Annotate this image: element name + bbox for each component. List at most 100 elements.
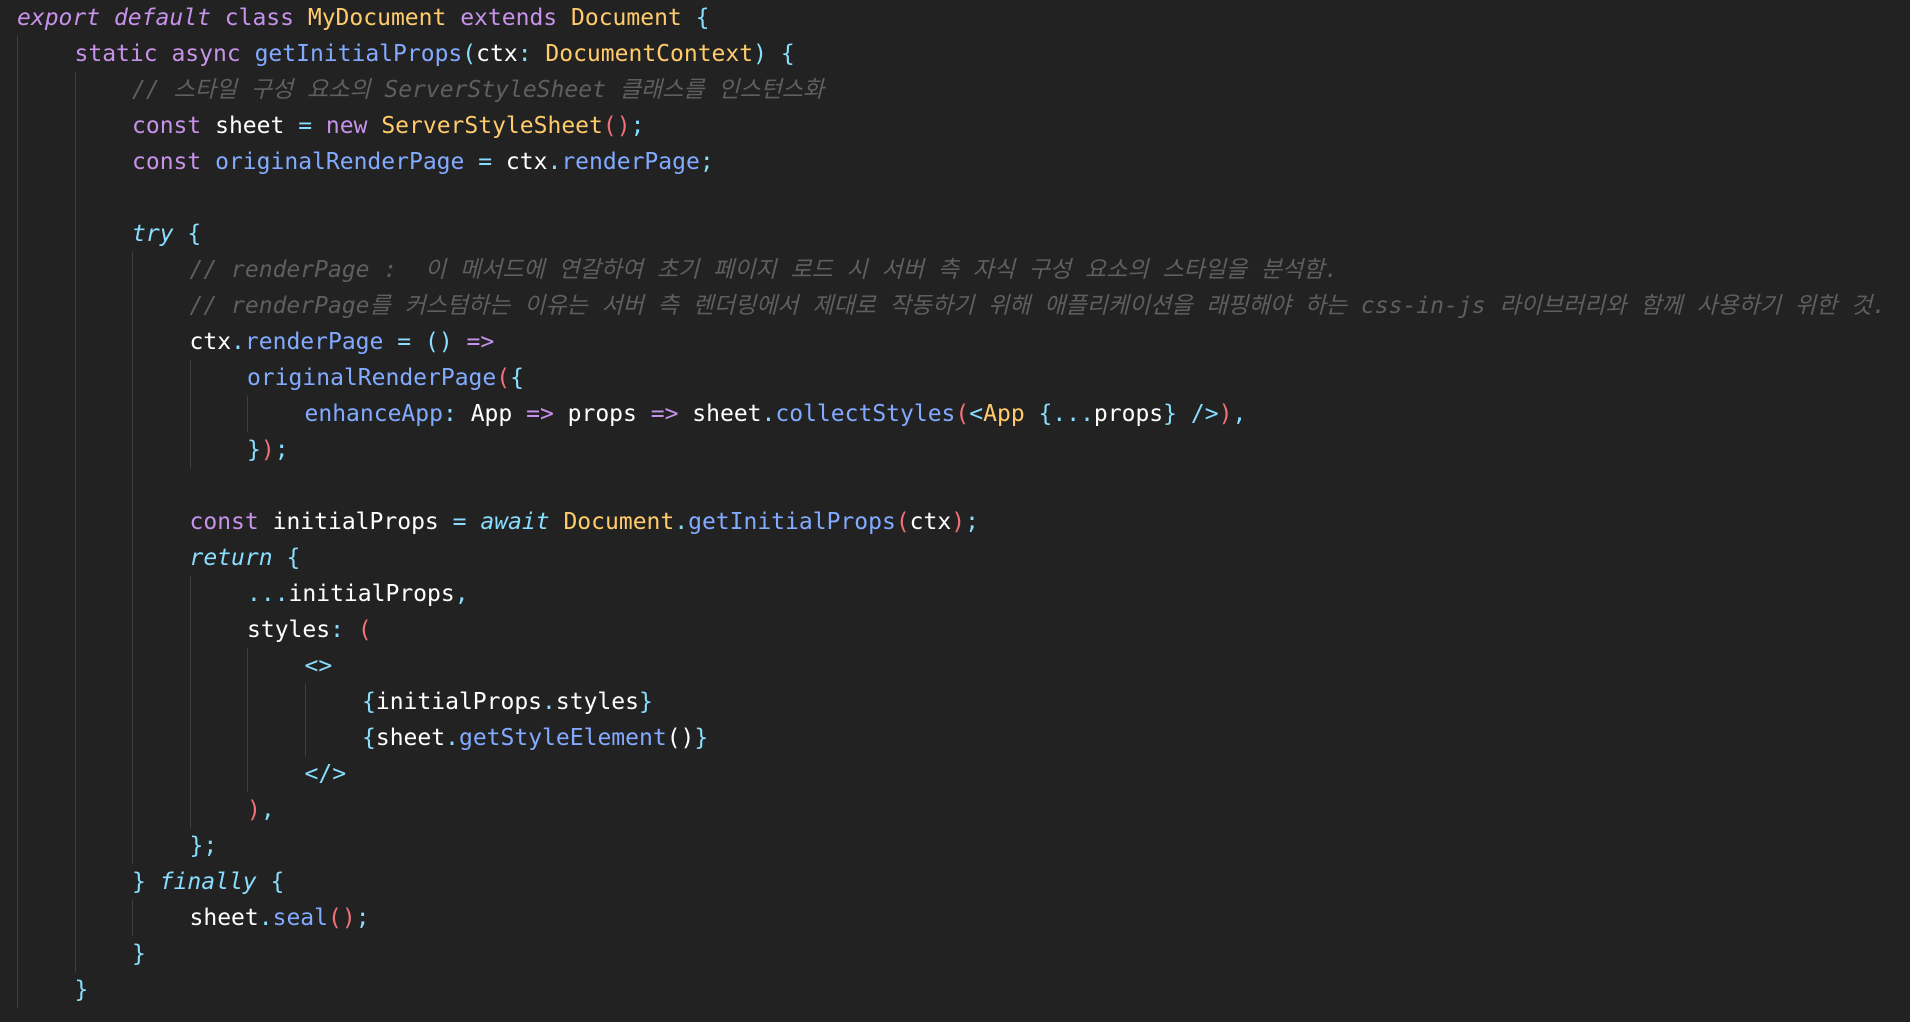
code-line[interactable]: styles: ( [247,612,372,648]
code-token: } [638,689,653,715]
code-line[interactable]: ), [247,792,275,828]
code-token: styles [247,617,331,643]
code-token: } [694,725,709,751]
code-line[interactable]: } finally { [132,864,284,900]
code-token: Document [571,5,682,31]
code-line[interactable]: <> [305,648,333,684]
indent-guide [304,684,306,756]
code-line[interactable]: ...initialProps, [247,576,469,612]
code-token: class [224,5,294,31]
code-line[interactable]: enhanceApp: App => props => sheet.collec… [305,396,1247,432]
code-token: const [189,509,259,535]
indent-guide [247,396,248,432]
code-token: } [189,833,204,859]
code-line[interactable]: ctx.renderPage = () => [190,324,495,360]
code-token: () [602,113,631,139]
code-token: ; [274,437,289,463]
code-line[interactable]: {initialProps.styles} [362,684,653,720]
code-token: </> [304,761,347,787]
code-token: finally [159,869,257,895]
code-token: getStyleElement [458,725,667,751]
code-line[interactable]: } [132,936,146,972]
code-line[interactable]: </> [305,756,347,792]
code-token: ( [895,509,910,535]
code-line[interactable]: static async getInitialProps(ctx: Docume… [75,36,795,72]
code-token: const [132,149,202,175]
code-editor[interactable]: export default class MyDocument extends … [0,0,1910,1022]
code-token: originalRenderPage [247,365,497,391]
code-token: ( [462,41,477,67]
code-token: { [780,41,795,67]
code-line[interactable]: return { [190,540,301,576]
code-token: ) [260,437,275,463]
code-token: App [456,401,527,427]
code-token: : [517,41,546,67]
code-token: = [452,509,467,535]
code-token: ( [357,617,372,643]
code-token: . [231,329,245,355]
code-line[interactable]: sheet.seal(); [190,900,370,936]
code-token: ; [630,113,645,139]
code-line[interactable]: try { [132,216,201,252]
code-token: ( [496,365,511,391]
code-line[interactable]: // renderPage : 이 메서드에 연갈하여 초기 페이지 로드 시 … [190,252,1339,288]
code-token: new [325,113,368,139]
code-token: enhanceApp [304,401,443,427]
code-token: sheet [678,401,762,427]
code-token: () [666,725,695,751]
code-token: renderPage [244,329,384,355]
code-token: return [189,545,273,571]
code-token: } [247,437,261,463]
code-line[interactable]: const sheet = new ServerStyleSheet(); [132,108,644,144]
code-token: ctx [909,509,952,535]
code-line[interactable]: }); [247,432,289,468]
code-token: ) [247,797,261,823]
code-token: seal [272,905,328,931]
code-token: extends [460,5,558,31]
code-token: . [258,905,273,931]
code-token: { [270,869,285,895]
code-line[interactable]: const initialProps = await Document.getI… [190,504,979,540]
code-token: initialProps [375,689,543,715]
code-token: {... [1038,401,1094,427]
code-token: { [362,689,376,715]
code-token: } [74,977,89,1003]
code-token: ( [955,401,970,427]
code-token: <> [304,653,333,679]
code-line[interactable]: // 스타일 구성 요소의 ServerStyleSheet 클래스를 인스턴스… [132,72,824,108]
code-token: props [1093,401,1164,427]
code-comment: // 스타일 구성 요소의 ServerStyleSheet 클래스를 인스턴스… [132,77,825,103]
code-token: App [983,401,1025,427]
code-line[interactable]: // renderPage를 커스텀하는 이유는 서버 측 렌더링에서 제대로 … [190,288,1887,324]
code-token: try [132,221,174,247]
code-line[interactable]: export default class MyDocument extends … [17,0,710,36]
code-token: initialProps [258,509,453,535]
indent-guide [247,648,248,792]
code-token: , [1232,401,1247,427]
code-token: = [298,113,313,139]
code-line[interactable]: {sheet.getStyleElement()} [362,720,708,756]
code-token: } [132,941,146,967]
code-token: } [1163,401,1178,427]
code-line[interactable]: const originalRenderPage = ctx.renderPag… [132,144,714,180]
code-token: originalRenderPage [215,149,465,175]
code-token: ) [1218,401,1233,427]
code-token: { [286,545,301,571]
indent-guide [132,900,133,936]
code-line[interactable]: originalRenderPage({ [247,360,524,396]
code-token: ctx [492,149,548,175]
code-line[interactable]: } [75,972,89,1008]
code-line[interactable]: }; [190,828,218,864]
code-token: /> [1190,401,1219,427]
code-token: DocumentContext [545,41,754,67]
